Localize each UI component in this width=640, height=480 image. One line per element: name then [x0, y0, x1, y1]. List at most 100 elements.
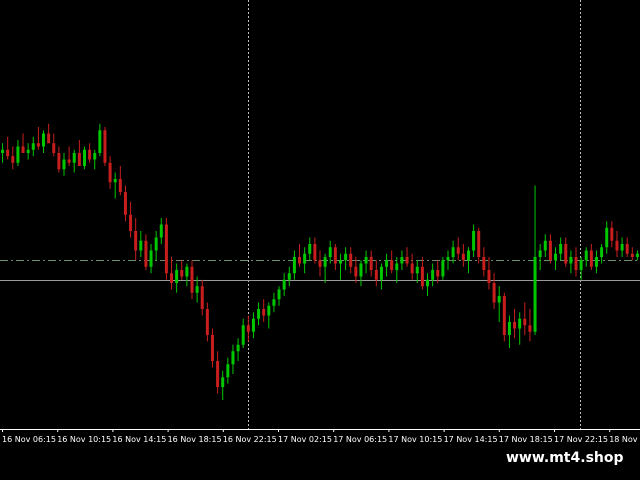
- candle-body-58: [298, 257, 302, 264]
- candle-body-105: [538, 250, 542, 257]
- x-tick-label-3: 16 Nov 18:15: [168, 435, 222, 444]
- candle-body-19: [98, 130, 102, 153]
- candle-body-100: [513, 322, 517, 329]
- candle-body-91: [466, 250, 470, 261]
- candle-body-7: [36, 143, 40, 147]
- candle-body-38: [195, 286, 199, 293]
- candle-body-120: [615, 240, 619, 251]
- x-tick-label-4: 16 Nov 22:15: [223, 435, 277, 444]
- candle-body-97: [497, 296, 501, 303]
- candle-body-109: [559, 244, 563, 254]
- candle-body-59: [303, 253, 307, 264]
- candle-body-20: [103, 130, 107, 163]
- chart-background: [0, 0, 640, 480]
- candle-body-93: [477, 231, 481, 257]
- candle-body-22: [113, 179, 117, 183]
- candle-body-35: [180, 270, 184, 277]
- candle-body-14: [72, 153, 76, 163]
- candle-body-92: [472, 231, 476, 251]
- candle-body-60: [308, 244, 312, 254]
- x-tick-label-11: 18 Nov 0: [609, 435, 640, 444]
- candle-body-64: [328, 247, 332, 257]
- candle-body-75: [385, 260, 389, 267]
- candle-body-15: [77, 153, 81, 166]
- candle-body-52: [267, 305, 271, 316]
- candle-body-3: [16, 146, 20, 163]
- candle-body-88: [451, 247, 455, 257]
- x-tick-label-8: 17 Nov 14:15: [444, 435, 498, 444]
- candle-body-33: [170, 273, 174, 283]
- candle-body-107: [548, 240, 552, 261]
- candle-body-89: [456, 247, 460, 254]
- candle-body-102: [523, 318, 527, 326]
- candle-body-0: [1, 149, 5, 153]
- price-chart[interactable]: 16 Nov 06:15 16 Nov 10:15 16 Nov 14:15 16 N…: [0, 0, 640, 480]
- candle-body-43: [221, 377, 225, 387]
- candle-body-121: [620, 244, 624, 251]
- candle-body-10: [52, 143, 56, 153]
- candle-body-49: [251, 318, 255, 332]
- candle-body-66: [338, 260, 342, 264]
- price-chart-svg[interactable]: 16 Nov 06:15 16 Nov 10:15 16 Nov 14:15 16 N…: [0, 0, 640, 480]
- candle-body-112: [574, 257, 578, 270]
- candle-body-65: [333, 247, 337, 264]
- candle-body-63: [323, 257, 327, 267]
- candle-body-53: [272, 299, 276, 306]
- candle-body-85: [436, 270, 440, 277]
- candle-body-101: [518, 318, 522, 329]
- candle-body-2: [11, 156, 15, 163]
- candle-body-69: [354, 266, 358, 277]
- candle-body-110: [564, 244, 568, 264]
- candle-body-117: [600, 247, 604, 257]
- candle-body-72: [369, 257, 373, 270]
- candle-body-98: [502, 296, 506, 335]
- candle-body-111: [569, 257, 573, 264]
- candle-body-123: [630, 253, 634, 257]
- candle-body-74: [379, 266, 383, 280]
- candle-body-71: [364, 257, 368, 264]
- candle-body-34: [175, 270, 179, 283]
- candle-body-87: [446, 257, 450, 261]
- x-tick-label-10: 17 Nov 22:15: [554, 435, 608, 444]
- candle-body-51: [262, 309, 266, 316]
- candle-body-56: [287, 273, 291, 280]
- candle-body-32: [164, 224, 168, 274]
- candle-body-46: [236, 344, 240, 352]
- candle-body-45: [231, 351, 235, 365]
- candle-body-68: [349, 253, 353, 267]
- candle-body-54: [277, 289, 281, 300]
- candle-body-108: [554, 253, 558, 261]
- x-tick-label-5: 17 Nov 02:15: [278, 435, 332, 444]
- candle-body-86: [441, 260, 445, 277]
- x-tick-label-7: 17 Nov 10:15: [388, 435, 442, 444]
- candle-body-67: [344, 253, 348, 261]
- candle-body-48: [246, 325, 250, 332]
- candle-body-5: [26, 149, 30, 153]
- candle-body-8: [42, 133, 46, 147]
- candle-body-11: [57, 153, 61, 170]
- x-tick-label-0: 16 Nov 06:15: [2, 435, 56, 444]
- candle-body-16: [82, 149, 86, 166]
- candle-body-25: [129, 214, 133, 231]
- candle-body-119: [610, 227, 614, 241]
- candle-body-18: [93, 153, 97, 160]
- candle-body-114: [584, 250, 588, 261]
- candle-body-94: [482, 257, 486, 270]
- candle-body-47: [241, 325, 245, 345]
- candle-body-90: [461, 253, 465, 261]
- x-tick-label-9: 17 Nov 18:15: [499, 435, 553, 444]
- candle-body-96: [492, 283, 496, 303]
- candle-body-57: [292, 257, 296, 274]
- candle-body-36: [185, 266, 189, 277]
- candle-body-27: [139, 240, 143, 251]
- candle-body-73: [374, 270, 378, 280]
- candle-body-81: [415, 266, 419, 274]
- candle-body-61: [313, 244, 317, 261]
- candle-body-39: [200, 286, 204, 309]
- candle-body-50: [257, 309, 261, 319]
- candle-body-78: [400, 257, 404, 264]
- x-tick-label-1: 16 Nov 10:15: [57, 435, 111, 444]
- candle-body-77: [395, 263, 399, 270]
- candle-body-83: [426, 279, 430, 287]
- candle-body-13: [67, 159, 71, 163]
